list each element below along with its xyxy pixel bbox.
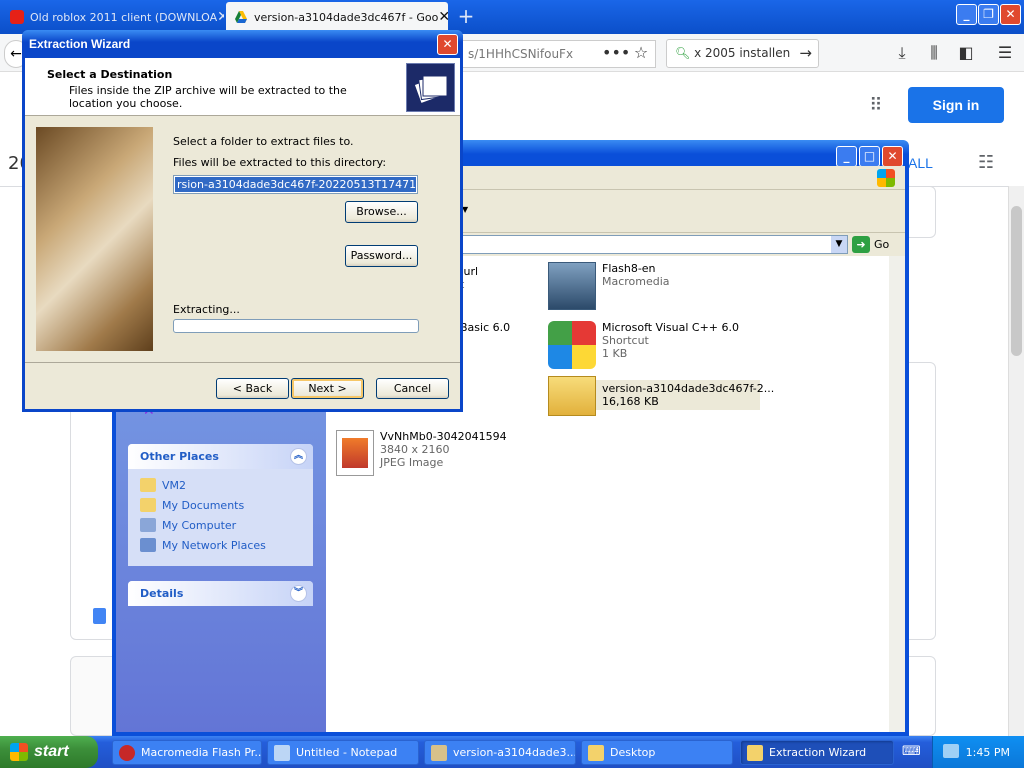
page-scrollbar[interactable] [1008,186,1024,736]
close-icon[interactable]: ✕ [217,9,224,25]
back-button[interactable]: < Back [216,378,289,399]
start-button[interactable]: start [0,736,98,768]
file-item-zip[interactable]: version-a3104dade3dc467f-2... 16,168 KB [548,376,774,416]
window-title: Extraction Wizard [29,37,131,51]
place-my-documents[interactable]: My Documents [128,495,313,515]
browse-button[interactable]: Browse... [345,201,418,223]
close-icon[interactable]: ✕ [438,9,448,25]
file-item-jpeg[interactable]: VvNhMb0-3042041594 3840 x 2160 JPEG Image [336,430,507,476]
google-drive-icon [234,10,248,24]
next-button[interactable]: Next > [291,378,364,399]
collapse-icon[interactable]: ︽ [290,448,307,465]
youtube-icon [10,10,24,24]
taskbar-item-version[interactable]: version-a3104dade3... [424,740,576,765]
search-bar[interactable]: 🔍︎ x 2005 installen → [666,39,819,68]
jpeg-image-icon [336,430,374,476]
place-my-network[interactable]: My Network Places [128,535,313,555]
tab-title: version-a3104dade3dc467f - Goo [254,10,439,24]
taskbar-item-extraction-wizard[interactable]: Extraction Wizard [740,740,894,765]
place-my-computer[interactable]: My Computer [128,515,313,535]
windows-logo-icon [877,169,895,187]
extraction-progress-bar [173,319,419,333]
select-folder-label: Select a folder to extract files to. [173,135,354,148]
folder-icon [747,744,763,761]
taskbar-item-notepad[interactable]: Untitled - Notepad [267,740,419,765]
restore-button[interactable]: ❐ [978,4,999,25]
zip-folders-icon [406,63,455,112]
apps-grid-icon[interactable]: ⠿ [866,96,886,116]
computer-icon [140,518,156,532]
address-field[interactable]: ▼ [460,235,848,254]
windows-logo-icon [10,743,28,761]
expand-icon[interactable]: ︾ [290,585,307,602]
notepad-icon [274,744,290,761]
network-icon[interactable] [943,744,959,758]
flash-installer-icon [548,262,596,310]
go-button[interactable]: ➜ Go [852,235,900,254]
go-arrow-icon: ➜ [852,236,870,253]
taskbar-item-flash[interactable]: Macromedia Flash Pr... [112,740,262,765]
browser-tab-drive[interactable]: version-a3104dade3dc467f - Goo ✕ [226,2,448,32]
details-header[interactable]: Details ︾ [128,581,313,606]
divider [25,362,460,363]
view-all-link[interactable]: ALL [908,155,933,171]
my-documents-icon [140,498,156,512]
url-text: s/1HHhCSNifouFx [468,47,574,61]
destination-path-input[interactable]: rsion-a3104dade3dc467f-20220513T174710Z-… [173,175,418,194]
arrow-right-icon[interactable]: → [799,40,812,67]
close-button[interactable]: ✕ [437,34,458,55]
folder-icon [588,744,604,761]
wizard-side-image [36,127,153,351]
keyboard-icon[interactable]: ⌨ [902,744,922,760]
chevron-down-icon[interactable]: ▼ [831,236,847,253]
system-tray: 1:45 PM [932,736,1024,768]
search-text: x 2005 installen [694,46,791,60]
wizard-header-title: Select a Destination [47,68,173,81]
minimize-button[interactable]: _ [836,146,857,167]
maximize-button[interactable]: □ [859,146,880,167]
minimize-button[interactable]: _ [956,4,977,25]
new-tab-button[interactable]: + [454,4,478,28]
password-button[interactable]: Password... [345,245,418,267]
menu-icon[interactable]: ☰ [994,42,1016,64]
file-item-vc6[interactable]: Microsoft Visual C++ 6.0 Shortcut 1 KB [548,321,739,369]
cancel-button[interactable]: Cancel [376,378,449,399]
zip-folder-icon [548,376,596,416]
tab-title: Old roblox 2011 client (DOWNLOA [30,10,218,24]
close-button[interactable]: ✕ [882,146,903,167]
page-actions-icon[interactable]: ••• [602,42,630,64]
browser-tab-youtube[interactable]: Old roblox 2011 client (DOWNLOA ✕ [2,2,224,32]
extracting-label: Extracting... [173,303,240,316]
sign-in-button[interactable]: Sign in [908,87,1004,123]
file-item[interactable]: Basic 6.0 [460,321,510,334]
close-button[interactable]: ✕ [1000,4,1021,25]
explorer-scrollbar[interactable] [889,256,905,732]
file-item-flash8[interactable]: Flash8-en Macromedia [548,262,670,310]
shortcut-icon [548,321,596,369]
bookmark-star-icon[interactable]: ☆ [630,42,652,64]
list-view-icon[interactable]: ☷ [978,152,994,173]
sidebar-icon[interactable]: ◧ [955,42,977,64]
flash-icon [119,744,135,761]
wizard-header-subtitle: Files inside the ZIP archive will be ext… [69,84,347,110]
downloads-icon[interactable]: ⤓ [891,42,913,64]
clock: 1:45 PM [965,745,1010,759]
place-vm2[interactable]: VM2 [128,475,313,495]
go-label: Go [874,238,890,251]
path-text: rsion-a3104dade3dc467f-20220513T174710Z-… [175,177,416,192]
folder-icon [140,478,156,492]
library-icon[interactable]: ⫼ [923,42,945,64]
taskbar-item-desktop[interactable]: Desktop [581,740,733,765]
doc-icon [93,608,106,624]
other-places-panel: Other Places ︽ VM2 My Documents My Comput… [128,444,313,566]
folder-icon [431,744,447,761]
search-icon: 🔍︎ [675,46,691,60]
other-places-header[interactable]: Other Places ︽ [128,444,313,469]
network-icon [140,538,156,552]
details-panel: Details ︾ [128,581,313,606]
directory-label: Files will be extracted to this director… [173,156,387,169]
